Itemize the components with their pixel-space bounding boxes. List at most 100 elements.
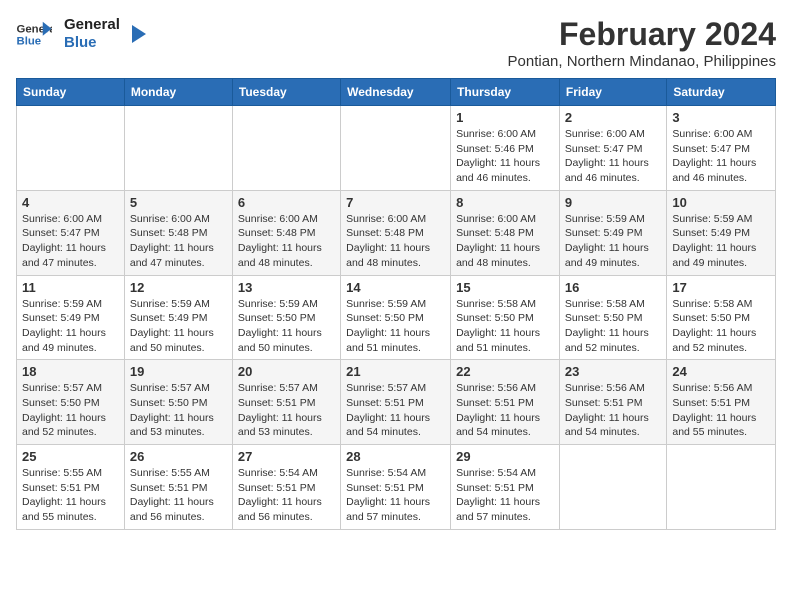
day-number: 16: [565, 280, 661, 295]
day-info: Sunrise: 6:00 AM Sunset: 5:48 PM Dayligh…: [346, 212, 445, 271]
calendar-cell: 23 Sunrise: 5:56 AM Sunset: 5:51 PM Dayli…: [559, 360, 666, 445]
calendar-cell: 4 Sunrise: 6:00 AM Sunset: 5:47 PM Daylig…: [17, 190, 125, 275]
day-info: Sunrise: 5:55 AM Sunset: 5:51 PM Dayligh…: [22, 466, 119, 525]
weekday-header-friday: Friday: [559, 79, 666, 106]
day-info: Sunrise: 5:58 AM Sunset: 5:50 PM Dayligh…: [456, 297, 554, 356]
day-info: Sunrise: 5:54 AM Sunset: 5:51 PM Dayligh…: [456, 466, 554, 525]
calendar-table: SundayMondayTuesdayWednesdayThursdayFrid…: [16, 78, 776, 530]
calendar-cell: 6 Sunrise: 6:00 AM Sunset: 5:48 PM Daylig…: [232, 190, 340, 275]
month-year-title: February 2024: [508, 16, 777, 53]
calendar-cell: 17 Sunrise: 5:58 AM Sunset: 5:50 PM Dayli…: [667, 275, 776, 360]
day-info: Sunrise: 5:54 AM Sunset: 5:51 PM Dayligh…: [346, 466, 445, 525]
calendar-week-row: 4 Sunrise: 6:00 AM Sunset: 5:47 PM Daylig…: [17, 190, 776, 275]
day-info: Sunrise: 5:54 AM Sunset: 5:51 PM Dayligh…: [238, 466, 335, 525]
calendar-cell: 5 Sunrise: 6:00 AM Sunset: 5:48 PM Daylig…: [124, 190, 232, 275]
calendar-cell: [667, 445, 776, 530]
calendar-cell: [124, 106, 232, 191]
logo-icon: General Blue: [16, 20, 52, 48]
day-info: Sunrise: 5:57 AM Sunset: 5:51 PM Dayligh…: [346, 381, 445, 440]
day-number: 20: [238, 364, 335, 379]
calendar-cell: 28 Sunrise: 5:54 AM Sunset: 5:51 PM Dayli…: [341, 445, 451, 530]
day-info: Sunrise: 5:57 AM Sunset: 5:51 PM Dayligh…: [238, 381, 335, 440]
svg-text:Blue: Blue: [17, 36, 42, 48]
day-number: 28: [346, 449, 445, 464]
day-info: Sunrise: 5:57 AM Sunset: 5:50 PM Dayligh…: [130, 381, 227, 440]
day-number: 23: [565, 364, 661, 379]
day-info: Sunrise: 6:00 AM Sunset: 5:47 PM Dayligh…: [672, 127, 770, 186]
weekday-header-sunday: Sunday: [17, 79, 125, 106]
day-info: Sunrise: 5:59 AM Sunset: 5:49 PM Dayligh…: [565, 212, 661, 271]
day-number: 22: [456, 364, 554, 379]
day-number: 6: [238, 195, 335, 210]
day-number: 17: [672, 280, 770, 295]
location-subtitle: Pontian, Northern Mindanao, Philippines: [508, 53, 777, 70]
day-number: 12: [130, 280, 227, 295]
day-info: Sunrise: 5:56 AM Sunset: 5:51 PM Dayligh…: [456, 381, 554, 440]
day-info: Sunrise: 5:59 AM Sunset: 5:50 PM Dayligh…: [346, 297, 445, 356]
day-info: Sunrise: 5:59 AM Sunset: 5:49 PM Dayligh…: [130, 297, 227, 356]
day-info: Sunrise: 5:59 AM Sunset: 5:49 PM Dayligh…: [22, 297, 119, 356]
day-number: 18: [22, 364, 119, 379]
day-number: 10: [672, 195, 770, 210]
calendar-cell: 9 Sunrise: 5:59 AM Sunset: 5:49 PM Daylig…: [559, 190, 666, 275]
calendar-cell: 27 Sunrise: 5:54 AM Sunset: 5:51 PM Dayli…: [232, 445, 340, 530]
calendar-week-row: 25 Sunrise: 5:55 AM Sunset: 5:51 PM Dayli…: [17, 445, 776, 530]
day-number: 13: [238, 280, 335, 295]
day-number: 1: [456, 110, 554, 125]
day-number: 24: [672, 364, 770, 379]
calendar-cell: 29 Sunrise: 5:54 AM Sunset: 5:51 PM Dayli…: [451, 445, 560, 530]
day-number: 3: [672, 110, 770, 125]
weekday-header-thursday: Thursday: [451, 79, 560, 106]
calendar-cell: 20 Sunrise: 5:57 AM Sunset: 5:51 PM Dayli…: [232, 360, 340, 445]
logo-arrow-icon: [126, 23, 148, 45]
calendar-cell: 25 Sunrise: 5:55 AM Sunset: 5:51 PM Dayli…: [17, 445, 125, 530]
day-number: 26: [130, 449, 227, 464]
logo-general: General: [64, 16, 120, 34]
day-info: Sunrise: 6:00 AM Sunset: 5:48 PM Dayligh…: [456, 212, 554, 271]
calendar-cell: 10 Sunrise: 5:59 AM Sunset: 5:49 PM Dayli…: [667, 190, 776, 275]
day-info: Sunrise: 6:00 AM Sunset: 5:46 PM Dayligh…: [456, 127, 554, 186]
calendar-cell: 22 Sunrise: 5:56 AM Sunset: 5:51 PM Dayli…: [451, 360, 560, 445]
day-number: 25: [22, 449, 119, 464]
calendar-cell: 16Sunrise: 5:58 AM Sunset: 5:50 PM Dayli…: [559, 275, 666, 360]
calendar-cell: 1 Sunrise: 6:00 AM Sunset: 5:46 PM Daylig…: [451, 106, 560, 191]
day-number: 7: [346, 195, 445, 210]
day-info: Sunrise: 6:00 AM Sunset: 5:48 PM Dayligh…: [238, 212, 335, 271]
calendar-cell: 2Sunrise: 6:00 AM Sunset: 5:47 PM Daylig…: [559, 106, 666, 191]
calendar-week-row: 1 Sunrise: 6:00 AM Sunset: 5:46 PM Daylig…: [17, 106, 776, 191]
calendar-cell: [559, 445, 666, 530]
calendar-cell: [17, 106, 125, 191]
day-number: 4: [22, 195, 119, 210]
day-number: 8: [456, 195, 554, 210]
day-number: 5: [130, 195, 227, 210]
day-number: 11: [22, 280, 119, 295]
calendar-cell: 7 Sunrise: 6:00 AM Sunset: 5:48 PM Daylig…: [341, 190, 451, 275]
day-number: 21: [346, 364, 445, 379]
day-number: 19: [130, 364, 227, 379]
day-number: 9: [565, 195, 661, 210]
day-number: 29: [456, 449, 554, 464]
day-info: Sunrise: 5:56 AM Sunset: 5:51 PM Dayligh…: [565, 381, 661, 440]
calendar-week-row: 11 Sunrise: 5:59 AM Sunset: 5:49 PM Dayli…: [17, 275, 776, 360]
day-info: Sunrise: 6:00 AM Sunset: 5:47 PM Dayligh…: [565, 127, 661, 186]
calendar-cell: 26Sunrise: 5:55 AM Sunset: 5:51 PM Dayli…: [124, 445, 232, 530]
calendar-cell: 3 Sunrise: 6:00 AM Sunset: 5:47 PM Daylig…: [667, 106, 776, 191]
weekday-header-monday: Monday: [124, 79, 232, 106]
calendar-cell: [232, 106, 340, 191]
calendar-cell: [341, 106, 451, 191]
calendar-cell: 24 Sunrise: 5:56 AM Sunset: 5:51 PM Dayli…: [667, 360, 776, 445]
weekday-header-saturday: Saturday: [667, 79, 776, 106]
calendar-cell: 19 Sunrise: 5:57 AM Sunset: 5:50 PM Dayli…: [124, 360, 232, 445]
page-header: General Blue General Blue February 2024 …: [16, 16, 776, 70]
day-number: 27: [238, 449, 335, 464]
day-info: Sunrise: 5:59 AM Sunset: 5:50 PM Dayligh…: [238, 297, 335, 356]
day-info: Sunrise: 5:58 AM Sunset: 5:50 PM Dayligh…: [672, 297, 770, 356]
calendar-cell: 15Sunrise: 5:58 AM Sunset: 5:50 PM Dayli…: [451, 275, 560, 360]
calendar-cell: 13 Sunrise: 5:59 AM Sunset: 5:50 PM Dayli…: [232, 275, 340, 360]
day-number: 14: [346, 280, 445, 295]
weekday-header-row: SundayMondayTuesdayWednesdayThursdayFrid…: [17, 79, 776, 106]
day-info: Sunrise: 6:00 AM Sunset: 5:48 PM Dayligh…: [130, 212, 227, 271]
day-info: Sunrise: 5:56 AM Sunset: 5:51 PM Dayligh…: [672, 381, 770, 440]
day-info: Sunrise: 6:00 AM Sunset: 5:47 PM Dayligh…: [22, 212, 119, 271]
day-info: Sunrise: 5:59 AM Sunset: 5:49 PM Dayligh…: [672, 212, 770, 271]
